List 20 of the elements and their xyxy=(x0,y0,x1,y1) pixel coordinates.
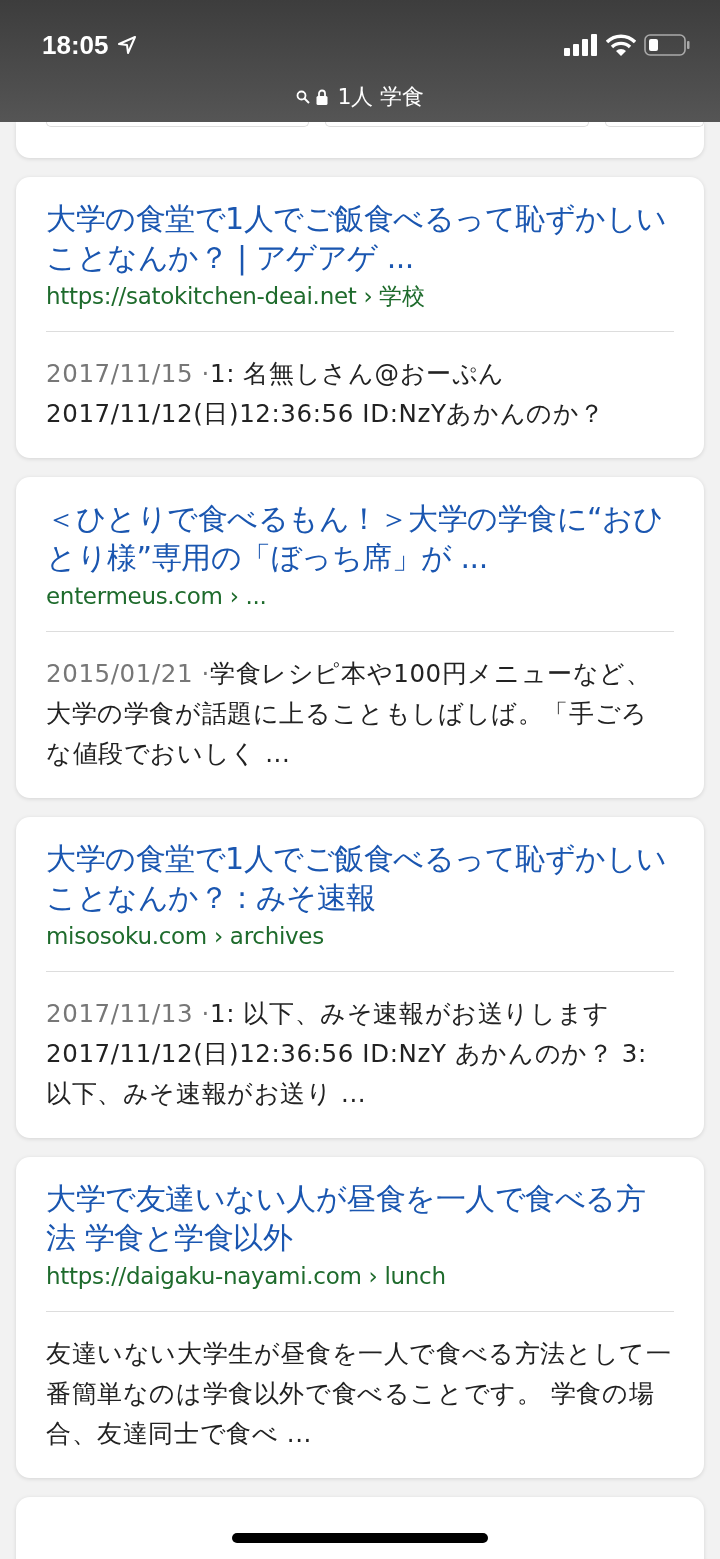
result-snippet: 2017/11/13 ·1: 以下、みそ速報がお送りします 2017/11/12(日)12:36:56 ID:NzY あかんのか？ 3: 以下、みそ速報がお送り ... xyxy=(46,998,648,1110)
result-title[interactable]: 大学で友達いない人が昼食を一人で食べる方法 学食と学食以外 xyxy=(46,1179,674,1257)
battery-icon xyxy=(644,34,690,56)
wifi-icon xyxy=(606,34,636,56)
result-snippet: 友達いない大学生が昼食を一人で食べる方法として一番簡単なのは学食以外で食べることです。 学食の場合、友達同士で食べ ... xyxy=(46,1338,673,1450)
result-snippet: 2015/01/21 ·学食レシピ本や100円メニューなど、大学の学食が話題に上ることもしばしば。「手ごろな値段でおいしく ... xyxy=(46,658,653,770)
result-url: entermeus.com › ... xyxy=(46,582,268,611)
result-title[interactable]: 大学の食堂で1人でご飯食べるって恥ずかしいことなんか？ | アゲアゲ ... xyxy=(46,199,674,277)
result-title[interactable]: 大学の食堂で1人でご飯食べるって恥ずかしいことなんか？ : みそ速報 xyxy=(46,839,674,917)
location-arrow-icon xyxy=(116,35,137,55)
address-query[interactable]: 1人 学食 xyxy=(337,82,425,112)
result-title[interactable]: ＜ひとりで食べるもん！＞大学の学食に“おひとり様”専用の「ぼっち席」が ... xyxy=(46,499,674,577)
signal-icon xyxy=(564,34,598,56)
lock-icon xyxy=(315,89,328,105)
search-icon xyxy=(295,90,310,104)
result-snippet: 2017/11/15 ·1: 名無しさん@おーぷん 2017/11/12(日)12:36:56 ID:NzYあかんのか？ xyxy=(46,358,607,430)
result-url: https://satokitchen-deai.net › 学校 xyxy=(46,282,426,311)
result-url: misosoku.com › archives xyxy=(46,922,325,951)
result-url: https://daigaku-nayami.com › lunch xyxy=(46,1262,447,1291)
status-time: 18:05 xyxy=(42,29,109,61)
